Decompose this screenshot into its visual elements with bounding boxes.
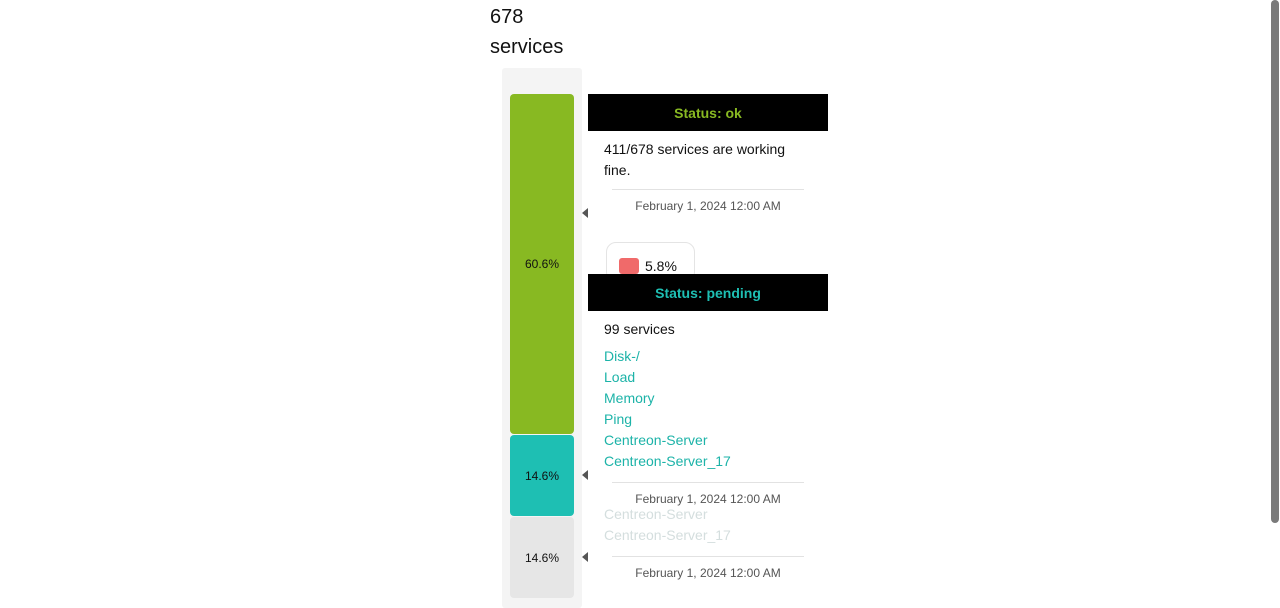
legend-value-critical: 5.8% [645, 258, 677, 274]
bar-segment-unknown-label: 14.6% [524, 550, 560, 565]
page-scrollbar[interactable] [1270, 0, 1280, 590]
tooltip-pending-service-list: Disk-/ Load Memory Ping Centreon-Server … [604, 340, 812, 476]
tooltip-ok-header: Status: ok [588, 94, 828, 131]
services-unit: services [490, 36, 564, 58]
service-link-centreon-server-17[interactable]: Centreon-Server_17 [604, 451, 812, 472]
tooltip-pending-header: Status: pending [588, 274, 828, 311]
service-link-ping[interactable]: Ping [604, 409, 812, 430]
bar-segment-ok[interactable]: 60.6% [510, 94, 574, 434]
service-link-disk[interactable]: Disk-/ [604, 346, 812, 367]
tooltip-ok-description: 411/678 services are working fine. [604, 141, 786, 178]
tooltip-pending-title: Status: pending [655, 284, 761, 301]
page-scrollbar-thumb[interactable] [1271, 0, 1279, 523]
service-link-load[interactable]: Load [604, 367, 812, 388]
tooltip-unknown-service-link[interactable]: Centreon-Server_17 [604, 525, 824, 546]
service-link-centreon-server[interactable]: Centreon-Server [604, 430, 812, 451]
tooltip-ok-date: February 1, 2024 12:00 AM [612, 189, 804, 213]
tooltip-pending-date: February 1, 2024 12:00 AM [612, 482, 804, 508]
tooltip-pending-body: 99 services Disk-/ Load Memory Ping Cent… [588, 311, 828, 476]
services-count-title: 678 services [490, 2, 600, 62]
tooltip-unknown-service-list: Centreon-Server Centreon-Server_17 [604, 506, 824, 552]
tooltip-pending: Status: pending 99 services Disk-/ Load … [588, 274, 828, 508]
bar-segment-pending-label: 14.6% [524, 468, 560, 483]
legend-swatch-critical [619, 258, 639, 274]
service-link-memory[interactable]: Memory [604, 388, 812, 409]
bar-segment-pending[interactable]: 14.6% [510, 435, 574, 516]
tooltip-pointer-unknown-icon [582, 552, 588, 562]
services-count: 678 [490, 6, 524, 28]
tooltip-pending-summary: 99 services [604, 321, 675, 337]
tooltip-ok-title: Status: ok [674, 104, 742, 121]
bar-segment-unknown[interactable]: 14.6% [510, 517, 574, 598]
tooltip-unknown-service-link[interactable]: Centreon-Server [604, 506, 824, 525]
tooltip-unknown-date: February 1, 2024 12:00 AM [612, 556, 804, 580]
bar-segment-ok-label: 60.6% [524, 257, 560, 271]
